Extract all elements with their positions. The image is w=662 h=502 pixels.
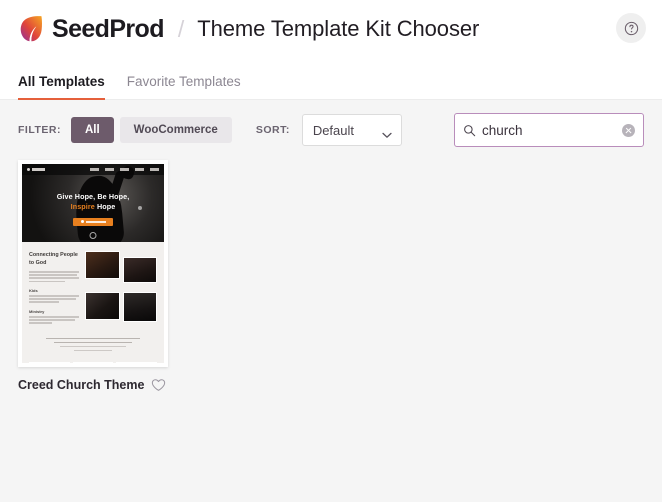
preview-hero-line2: Inspire Hope: [22, 202, 164, 212]
brand: SeedProd: [18, 14, 165, 44]
preview-hero-line1: Give Hope, Be Hope,: [56, 192, 130, 201]
template-card-footer: Creed Church Theme: [18, 378, 168, 392]
search-input[interactable]: [476, 122, 622, 138]
preview-section2-sub1-body: [29, 295, 79, 303]
app-header: SeedProd / Theme Template Kit Chooser: [0, 0, 662, 58]
preview-section2-body: [29, 271, 79, 282]
sort-select-value: Default: [312, 122, 355, 138]
preview-section2-sub2-body: [29, 316, 79, 324]
preview-section2-sub1: Kids: [29, 287, 38, 293]
search-icon: [463, 124, 476, 137]
preview-hero-rest-word: Hope: [97, 202, 116, 212]
help-button[interactable]: [616, 13, 646, 43]
preview-statement-sub1: [59, 346, 127, 348]
preview-section2-sub2: Ministry: [29, 308, 45, 314]
preview-gallery-photo: [72, 362, 114, 363]
preview-photo: [122, 257, 157, 283]
tab-all-templates-label: All Templates: [18, 73, 105, 89]
preview-nav-logo-icon: [27, 168, 30, 171]
preview-section2-heading: Connecting People to God: [29, 252, 78, 267]
preview-statement-line2: [54, 341, 132, 344]
preview-photo: [122, 292, 157, 323]
preview-statement-line1: [46, 337, 140, 340]
preview-section-connecting: Connecting People to God Kids Ministry: [22, 242, 164, 333]
filter-all-button[interactable]: All: [70, 116, 114, 144]
preview-nav-items: [90, 168, 159, 171]
search-box: [454, 113, 644, 147]
filter-woocommerce-button[interactable]: WooCommerce: [119, 116, 232, 144]
preview-nav-brand: [32, 168, 45, 171]
heart-outline-icon: [151, 378, 166, 392]
template-title: Creed Church Theme: [18, 377, 145, 392]
filter-label: FILTER:: [18, 124, 61, 136]
template-card: Give Hope, Be Hope, Inspire Hope Connect…: [18, 160, 168, 392]
preview-section-text-column: Connecting People to God Kids Ministry: [29, 251, 79, 326]
preview-scroll-indicator: [89, 232, 97, 239]
sort-select-wrapper: Default: [301, 114, 402, 146]
header-separator: /: [177, 15, 185, 42]
tab-bar: All Templates Favorite Templates: [0, 58, 662, 100]
preview-hero-bokeh-dot: [138, 206, 142, 210]
preview-hero-accent-word: Inspire: [70, 202, 95, 212]
page-title: Theme Template Kit Chooser: [197, 16, 480, 41]
tab-all-templates[interactable]: All Templates: [18, 73, 105, 100]
preview-statement-sub2: [73, 349, 113, 351]
filter-toolbar: FILTER: All WooCommerce SORT: Default: [0, 100, 662, 160]
preview-photo: [85, 292, 120, 321]
brand-name: SeedProd: [52, 14, 165, 43]
tab-favorite-templates-label: Favorite Templates: [126, 73, 241, 89]
question-mark-circle-icon: [624, 21, 639, 36]
search-clear-button[interactable]: [622, 123, 635, 137]
template-grid: Give Hope, Be Hope, Inspire Hope Connect…: [0, 160, 662, 392]
seedprod-leaf-logo-icon: [18, 14, 45, 44]
preview-photo: [85, 251, 120, 279]
filter-button-group: All WooCommerce: [70, 116, 232, 144]
preview-section-statement: [22, 332, 164, 360]
sort-select[interactable]: Default: [301, 114, 402, 146]
preview-section-gallery: [22, 359, 164, 363]
template-preview-canvas: Give Hope, Be Hope, Inspire Hope Connect…: [22, 164, 164, 363]
template-preview-thumbnail[interactable]: Give Hope, Be Hope, Inspire Hope Connect…: [18, 160, 168, 367]
preview-hero-text: Give Hope, Be Hope, Inspire Hope: [22, 192, 164, 226]
preview-hero-section: Give Hope, Be Hope, Inspire Hope: [22, 164, 164, 242]
preview-hero-cta-button: [73, 217, 113, 226]
tab-favorite-templates[interactable]: Favorite Templates: [126, 73, 241, 100]
preview-gallery-photo: [29, 362, 70, 363]
preview-photo-grid: [85, 251, 157, 326]
favorite-button[interactable]: [151, 378, 166, 392]
preview-nav-bar: [22, 164, 164, 175]
sort-label: SORT:: [255, 124, 290, 136]
preview-gallery-photo: [116, 362, 158, 363]
